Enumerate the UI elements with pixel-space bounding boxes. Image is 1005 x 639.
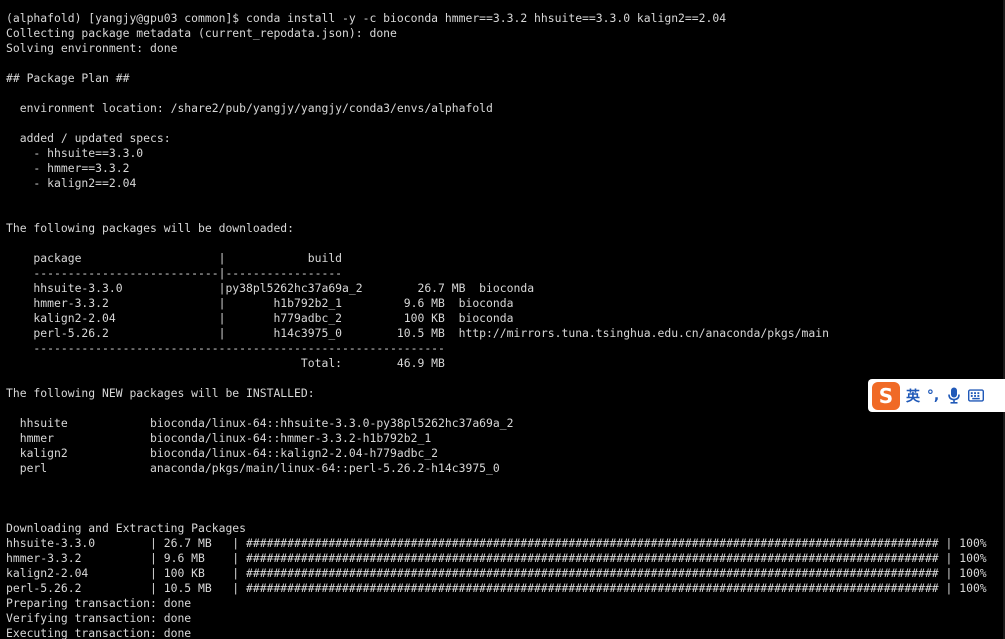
terminal-line: Total: 46.9 MB bbox=[6, 356, 445, 370]
terminal-line: environment location: /share2/pub/yangjy… bbox=[6, 101, 493, 115]
terminal-line: Preparing transaction: done bbox=[6, 596, 192, 610]
terminal-line: hhsuite-3.3.0 | 26.7 MB | ##############… bbox=[6, 536, 987, 550]
microphone-icon-graphic bbox=[948, 387, 960, 404]
terminal-line: kalign2 bioconda/linux-64::kalign2-2.04-… bbox=[6, 446, 439, 460]
terminal-line: ---------------------------|------------… bbox=[6, 266, 343, 280]
keyboard-icon-graphic bbox=[968, 389, 984, 402]
sogou-logo-icon[interactable]: S bbox=[872, 381, 900, 410]
terminal-line: - hhsuite==3.3.0 bbox=[6, 146, 144, 160]
terminal-line: hhsuite bioconda/linux-64::hhsuite-3.3.0… bbox=[6, 416, 514, 430]
terminal-line: kalign2-2.04 | 100 KB | ################… bbox=[6, 566, 987, 580]
terminal-line: perl-5.26.2 | 10.5 MB | ################… bbox=[6, 581, 987, 595]
terminal-line: perl anaconda/pkgs/main/linux-64::perl-5… bbox=[6, 461, 500, 475]
terminal-line: perl-5.26.2 | h14c3975_0 10.5 MB http://… bbox=[6, 326, 829, 340]
terminal-line: - hmmer==3.3.2 bbox=[6, 161, 130, 175]
terminal-line: The following NEW packages will be INSTA… bbox=[6, 386, 315, 400]
terminal-output: (alphafold) [yangjy@gpu03 common]$ conda… bbox=[6, 0, 987, 639]
ime-punctuation-toggle[interactable]: °, bbox=[926, 388, 940, 404]
terminal-line: Collecting package metadata (current_rep… bbox=[6, 26, 397, 40]
terminal-line: Solving environment: done bbox=[6, 41, 178, 55]
terminal-line: Executing transaction: done bbox=[6, 626, 192, 639]
terminal-line: kalign2-2.04 | h779adbc_2 100 KB biocond… bbox=[6, 311, 514, 325]
terminal-line: hmmer-3.3.2 | 9.6 MB | #################… bbox=[6, 551, 987, 565]
keyboard-icon[interactable] bbox=[968, 387, 984, 405]
terminal-line: hmmer bioconda/linux-64::hmmer-3.3.2-h1b… bbox=[6, 431, 432, 445]
ime-toolbar[interactable]: S 英 °, bbox=[868, 379, 1005, 412]
terminal-line: added / updated specs: bbox=[6, 131, 171, 145]
terminal-window[interactable]: (alphafold) [yangjy@gpu03 common]$ conda… bbox=[0, 0, 1005, 639]
terminal-line: Verifying transaction: done bbox=[6, 611, 192, 625]
terminal-line: The following packages will be downloade… bbox=[6, 221, 295, 235]
terminal-line: (alphafold) [yangjy@gpu03 common]$ conda… bbox=[6, 11, 727, 25]
terminal-line: hmmer-3.3.2 | h1b792b2_1 9.6 MB bioconda bbox=[6, 296, 514, 310]
ime-language-toggle[interactable]: 英 bbox=[906, 386, 920, 406]
terminal-line: ## Package Plan ## bbox=[6, 71, 130, 85]
terminal-line: Downloading and Extracting Packages bbox=[6, 521, 247, 535]
microphone-icon[interactable] bbox=[946, 387, 962, 405]
terminal-line: ----------------------------------------… bbox=[6, 341, 445, 355]
terminal-line: - kalign2==2.04 bbox=[6, 176, 137, 190]
terminal-line: hhsuite-3.3.0 |py38pl5262hc37a69a_2 26.7… bbox=[6, 281, 535, 295]
terminal-line: package | build bbox=[6, 251, 343, 265]
